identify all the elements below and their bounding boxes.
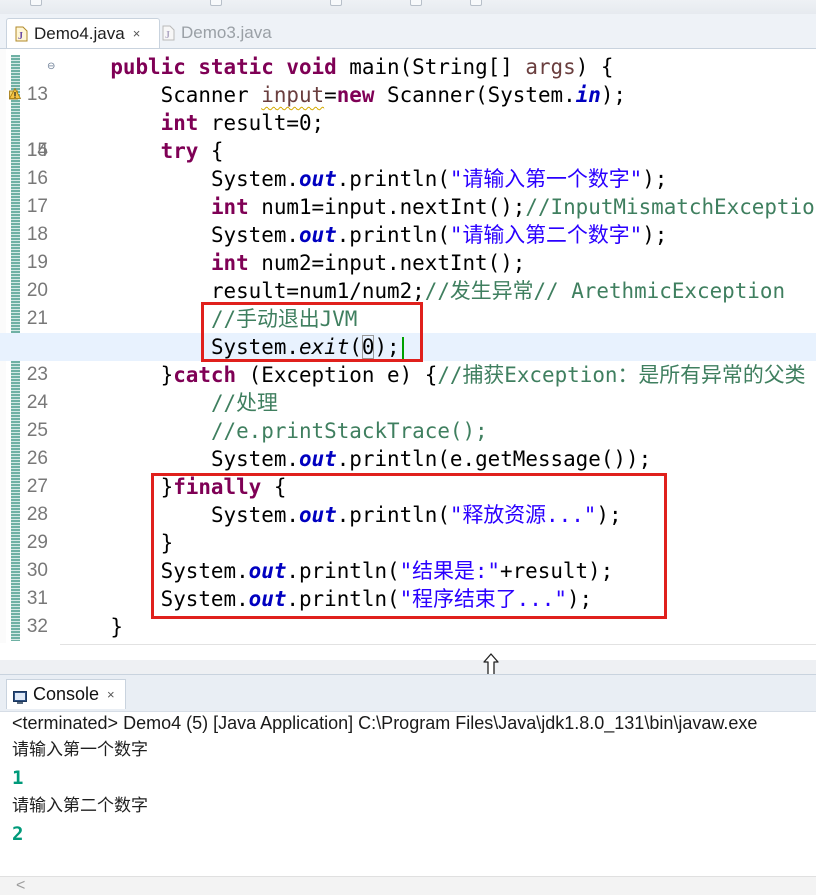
code-line[interactable]: 13 ⊖ public static void main(String[] ar…	[0, 53, 816, 105]
toolbar-button-icon[interactable]	[410, 0, 422, 6]
code-text: }	[160, 531, 174, 555]
console-horizontal-scrollbar[interactable]: <	[0, 876, 816, 895]
code-text: System.out.println("请输入第一个数字");	[210, 167, 668, 191]
code-line[interactable]: 14 Scanner input=new Scanner(System.in);	[0, 81, 816, 161]
code-line[interactable]: 32 System.out.println("程序结束了...");	[0, 585, 816, 637]
code-line[interactable]: 31 System.out.println("结果是:"+result);	[0, 557, 816, 609]
java-file-icon: J	[15, 26, 28, 42]
close-icon[interactable]: ×	[133, 26, 141, 41]
code-text: //处理	[210, 391, 278, 415]
code-line[interactable]: 19 System.out.println("请输入第二个数字");	[0, 221, 816, 273]
code-line[interactable]: 15 int result=0;	[0, 109, 816, 161]
code-line[interactable]: 17 System.out.println("请输入第一个数字");	[0, 165, 816, 217]
code-text: //手动退出JVM	[210, 307, 358, 331]
console-input-line: 1	[12, 767, 24, 789]
toolbar-button-icon[interactable]	[330, 0, 342, 6]
code-editor[interactable]: 13 ⊖ public static void main(String[] ar…	[0, 49, 816, 645]
code-text: result=num1/num2;//发生异常// ArethmicExcept…	[210, 279, 786, 303]
tab-demo3-java[interactable]: J Demo3.java	[162, 18, 292, 48]
tab-demo4-java[interactable]: J Demo4.java ×	[6, 18, 160, 48]
console-process-status: <terminated> Demo4 (5) [Java Application…	[12, 713, 758, 733]
code-text: System.out.println("结果是:"+result);	[160, 559, 614, 583]
warning-icon[interactable]	[9, 88, 21, 100]
tab-console[interactable]: Console ×	[6, 679, 126, 709]
toolbar-strip	[0, 0, 816, 15]
toolbar-button-icon[interactable]	[470, 0, 482, 6]
svg-text:J: J	[18, 31, 23, 42]
code-line[interactable]: 27 System.out.println(e.getMessage());	[0, 445, 816, 497]
code-text: }finally {	[160, 475, 287, 499]
svg-text:J: J	[165, 30, 170, 41]
java-file-icon: J	[162, 25, 175, 41]
console-tab-strip: Console ×	[0, 674, 816, 712]
code-text: int num1=input.nextInt();//InputMismatch…	[210, 195, 816, 219]
fold-collapse-icon[interactable]: ⊖	[47, 53, 55, 81]
code-text: System.out.println("请输入第二个数字");	[210, 223, 668, 247]
code-text: System.out.println(e.getMessage());	[210, 447, 652, 471]
console-output-line: 请输入第一个数字	[12, 740, 148, 760]
bracket-match: 0	[361, 335, 375, 359]
toolbar-button-icon[interactable]	[30, 0, 42, 6]
console-icon	[13, 688, 27, 704]
editor-horizontal-scrollbar[interactable]: <	[60, 643, 816, 645]
close-icon[interactable]: ×	[107, 687, 115, 702]
code-line[interactable]: 29 System.out.println("释放资源...");	[0, 501, 816, 553]
code-line[interactable]: 28 }finally {	[0, 473, 816, 525]
code-text: System.out.println("释放资源...");	[210, 503, 622, 527]
code-line[interactable]: 18 int num1=input.nextInt();//InputMisma…	[0, 193, 816, 245]
code-line[interactable]: 22 //手动退出JVM	[0, 305, 816, 357]
code-text: System.out.println("程序结束了...");	[160, 587, 593, 611]
code-text: int num2=input.nextInt();	[210, 251, 526, 275]
code-text: try {	[160, 139, 224, 163]
tab-label: Demo3.java	[181, 23, 272, 42]
code-text: Scanner input=new Scanner(System.in);	[160, 83, 627, 107]
editor-tab-strip: J Demo4.java × J Demo3.java	[0, 14, 816, 49]
console-tab-label: Console	[33, 684, 100, 704]
code-line[interactable]: 30 }	[0, 529, 816, 581]
code-text: int result=0;	[160, 111, 325, 135]
code-line[interactable]: 33 }	[0, 613, 816, 645]
console-input-line: 2	[12, 823, 24, 845]
code-text: }	[110, 615, 123, 639]
code-text: }catch (Exception e) {//捕获Exception：是所有异…	[160, 363, 806, 387]
code-text: System.exit(0);	[60, 333, 404, 361]
text-caret	[401, 337, 404, 359]
tab-label: Demo4.java	[34, 23, 125, 43]
code-line[interactable]: 16 try {	[0, 137, 816, 189]
toolbar-button-icon[interactable]	[210, 0, 222, 6]
code-line[interactable]: 21 result=num1/num2;//发生异常// ArethmicExc…	[0, 277, 816, 329]
line-number: 33	[22, 641, 48, 645]
scroll-left-arrow-icon[interactable]: <	[16, 877, 25, 895]
view-sash[interactable]	[0, 660, 816, 674]
current-code-line[interactable]: 23 System.exit(0);	[0, 333, 816, 385]
code-line[interactable]: 24 }catch (Exception e) {//捕获Exception：是…	[0, 361, 816, 413]
code-line[interactable]: 20 int num2=input.nextInt();	[0, 249, 816, 301]
code-text: public static void main(String[] args) {	[110, 55, 614, 79]
console-output-line: 请输入第二个数字	[12, 796, 148, 816]
code-line[interactable]: 25 //处理	[0, 389, 816, 441]
code-text: //e.printStackTrace();	[210, 419, 488, 443]
scroll-left-arrow-icon[interactable]: <	[66, 643, 75, 645]
code-line[interactable]: 26 //e.printStackTrace();	[0, 417, 816, 469]
